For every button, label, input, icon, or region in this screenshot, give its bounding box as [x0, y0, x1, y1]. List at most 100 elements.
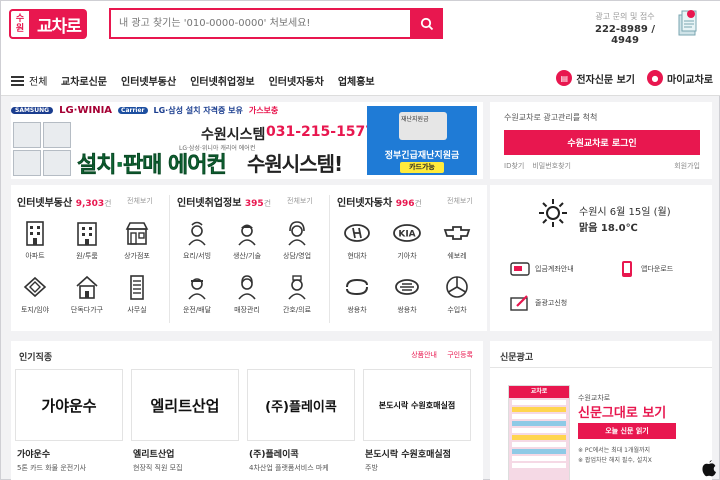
- cat-chevrolet-label: 쉐보레: [447, 252, 467, 260]
- weather-date: 수원시 6월 15일 (월): [579, 207, 671, 218]
- cat-chevrolet[interactable]: 쉐보레: [437, 219, 477, 269]
- job-register-link[interactable]: 구인등록: [447, 351, 473, 359]
- hyundai-logo-icon: [344, 224, 370, 242]
- paper-note: ※ 팝업차단 해지 필수, 설치X: [578, 457, 652, 464]
- job-name[interactable]: (주)플레이콕: [249, 447, 299, 460]
- ad-inquiry[interactable]: 광고 문의 및 접수 222-8989 / 4949: [589, 11, 661, 46]
- cat-store-manage[interactable]: 매장관리: [227, 273, 267, 323]
- realestate-title-text: 인터넷부동산: [17, 198, 73, 209]
- nav-item-business[interactable]: 업체홍보: [338, 73, 375, 88]
- job-name[interactable]: 본도시락 수원호매실점: [365, 447, 451, 460]
- nav-item-jobs[interactable]: 인터넷취업정보: [190, 73, 254, 88]
- job-card[interactable]: 엘리트산업: [131, 369, 239, 441]
- ad-banner[interactable]: SAMSUNG LG·WINIA Carrier LG·삼성 설치 자격증 보유…: [11, 102, 483, 179]
- product-info-link[interactable]: 상품안내: [411, 351, 437, 359]
- cat-land-label: 토지/임야: [20, 306, 50, 314]
- cars-title[interactable]: 인터넷자동차 996건: [337, 194, 422, 209]
- app-download-link[interactable]: 앱다운로드: [616, 261, 673, 277]
- line-ad-label: 줄광고신청: [535, 299, 568, 307]
- brand-carrier: Carrier: [118, 107, 148, 114]
- cat-office[interactable]: 사무실: [117, 273, 157, 323]
- logo-badge-line1: 수: [15, 14, 25, 24]
- cat-land[interactable]: 토지/임야: [15, 273, 55, 323]
- site-logo[interactable]: 수 원 교차로: [9, 9, 87, 39]
- cat-delivery[interactable]: 운전/배달: [177, 273, 217, 323]
- cat-cook[interactable]: 요리/서빙: [177, 219, 217, 269]
- search-input[interactable]: [109, 8, 410, 39]
- all-menu-button[interactable]: 전체: [11, 73, 47, 88]
- main-nav: 전체 교차로신문 인터넷부동산 인터넷취업정보 인터넷자동차 업체홍보 ▤ 전자…: [1, 59, 720, 96]
- thumbnail-masthead: 교차로: [509, 386, 569, 398]
- cat-kia[interactable]: KIA 기아차: [387, 219, 427, 269]
- hamburger-icon: [11, 75, 24, 86]
- search-bar: [109, 8, 443, 39]
- cat-production-label: 생산/기술: [232, 252, 262, 260]
- cat-import-label: 수입차: [447, 306, 467, 314]
- newspaper-icon[interactable]: [677, 9, 699, 37]
- cat-oneroom[interactable]: 원/투룸: [67, 219, 107, 269]
- job-logo-text: 본도시락 수원호매실점: [378, 400, 456, 410]
- svg-text:KIA: KIA: [398, 230, 415, 240]
- e-paper-button[interactable]: ▤ 전자신문 보기: [556, 70, 635, 86]
- search-button[interactable]: [410, 8, 443, 39]
- cat-import[interactable]: 수입차: [437, 273, 477, 323]
- cat-hyundai[interactable]: 현대차: [337, 219, 377, 269]
- login-button[interactable]: 수원교차로 로그인: [504, 130, 700, 155]
- ad-inquiry-number: 222-8989 / 4949: [595, 24, 655, 46]
- relief-fund-box: 재난지원금 정부긴급재난지원금 카드가능: [367, 106, 477, 175]
- cat-sales[interactable]: 상담/영업: [277, 219, 317, 269]
- line-ad-link[interactable]: 줄광고신청: [510, 295, 567, 311]
- cat-store-manage-label: 매장관리: [234, 306, 260, 314]
- cars-unit: 건: [414, 199, 422, 208]
- banner-brand-big: 수원시스템!: [247, 152, 343, 176]
- pencil-icon: [510, 295, 528, 311]
- find-password-link[interactable]: 비밀번호찾기: [532, 161, 571, 171]
- jobs-category-title[interactable]: 인터넷취업정보 395건: [177, 194, 271, 209]
- jobs-links: 상품안내 구인등록: [403, 350, 473, 360]
- ad-inquiry-label: 광고 문의 및 접수: [595, 12, 655, 21]
- cat-ssangyong[interactable]: 쌍용차: [337, 273, 377, 323]
- banner-slogan: 설치·판매 에어컨: [77, 153, 227, 178]
- cars-more-link[interactable]: 전체보기: [447, 196, 473, 206]
- weather-temp: 맑음 18.0℃: [579, 219, 638, 234]
- cars-title-text: 인터넷자동차: [337, 198, 393, 209]
- nav-item-newspaper[interactable]: 교차로신문: [61, 73, 107, 88]
- book-icon: ▤: [556, 70, 573, 86]
- read-today-paper-button[interactable]: 오늘 신문 읽기: [578, 423, 676, 439]
- cat-store[interactable]: 상가점포: [117, 219, 157, 269]
- deposit-account-link[interactable]: 입금계좌안내: [510, 261, 574, 277]
- atm-icon: [510, 262, 530, 276]
- cat-ssangyong-2[interactable]: 쌍용차: [387, 273, 427, 323]
- popular-jobs-panel: 인기직종 상품안내 구인등록 가야운수 엘리트산업 (주)플레이콕 본도시락 수…: [11, 341, 483, 480]
- login-text: 수원교차로 광고관리를 척척: [504, 113, 598, 122]
- category-divider: [329, 195, 330, 323]
- join-link[interactable]: 회원가입: [674, 161, 700, 171]
- page-frame: 수 원 교차로 광고 문의 및 접수 222-8989 / 4949: [0, 0, 720, 480]
- job-logo-text: 가야운수: [41, 396, 97, 415]
- my-page-button[interactable]: ● 마이교차로: [647, 70, 713, 86]
- realestate-title[interactable]: 인터넷부동산 9,303건: [17, 194, 112, 209]
- job-card[interactable]: 가야운수: [15, 369, 123, 441]
- newspaper-divider: [490, 367, 712, 368]
- cars-column: 인터넷자동차 996건 전체보기 현대차 KIA 기아차 쉐보레 쌍용차 쌍용차…: [331, 185, 487, 331]
- cars-count: 996: [395, 199, 415, 209]
- user-icon: ●: [647, 70, 663, 86]
- nav-item-cars[interactable]: 인터넷자동차: [269, 73, 324, 88]
- cat-nurse[interactable]: 간호/의료: [277, 273, 317, 323]
- job-name[interactable]: 가야운수: [17, 447, 50, 460]
- realestate-more-link[interactable]: 전체보기: [127, 196, 153, 206]
- job-name[interactable]: 엘리트산업: [133, 447, 174, 460]
- realestate-unit: 건: [104, 199, 112, 208]
- newspaper-thumbnail[interactable]: 교차로: [508, 385, 570, 480]
- office-icon: [130, 275, 144, 300]
- cat-house[interactable]: 단독다가구: [67, 273, 107, 323]
- weather-temperature: 18.0℃: [600, 223, 638, 234]
- nav-item-realestate[interactable]: 인터넷부동산: [121, 73, 176, 88]
- cat-apartment[interactable]: 아파트: [15, 219, 55, 269]
- jobs-more-link[interactable]: 전체보기: [287, 196, 313, 206]
- find-id-link[interactable]: ID찾기: [504, 161, 524, 171]
- job-card[interactable]: (주)플레이콕: [247, 369, 355, 441]
- cat-production[interactable]: 생산/기술: [227, 219, 267, 269]
- job-card[interactable]: 본도시락 수원호매실점: [363, 369, 471, 441]
- brand-certification: LG·삼성 설치 자격증 보유: [153, 106, 243, 115]
